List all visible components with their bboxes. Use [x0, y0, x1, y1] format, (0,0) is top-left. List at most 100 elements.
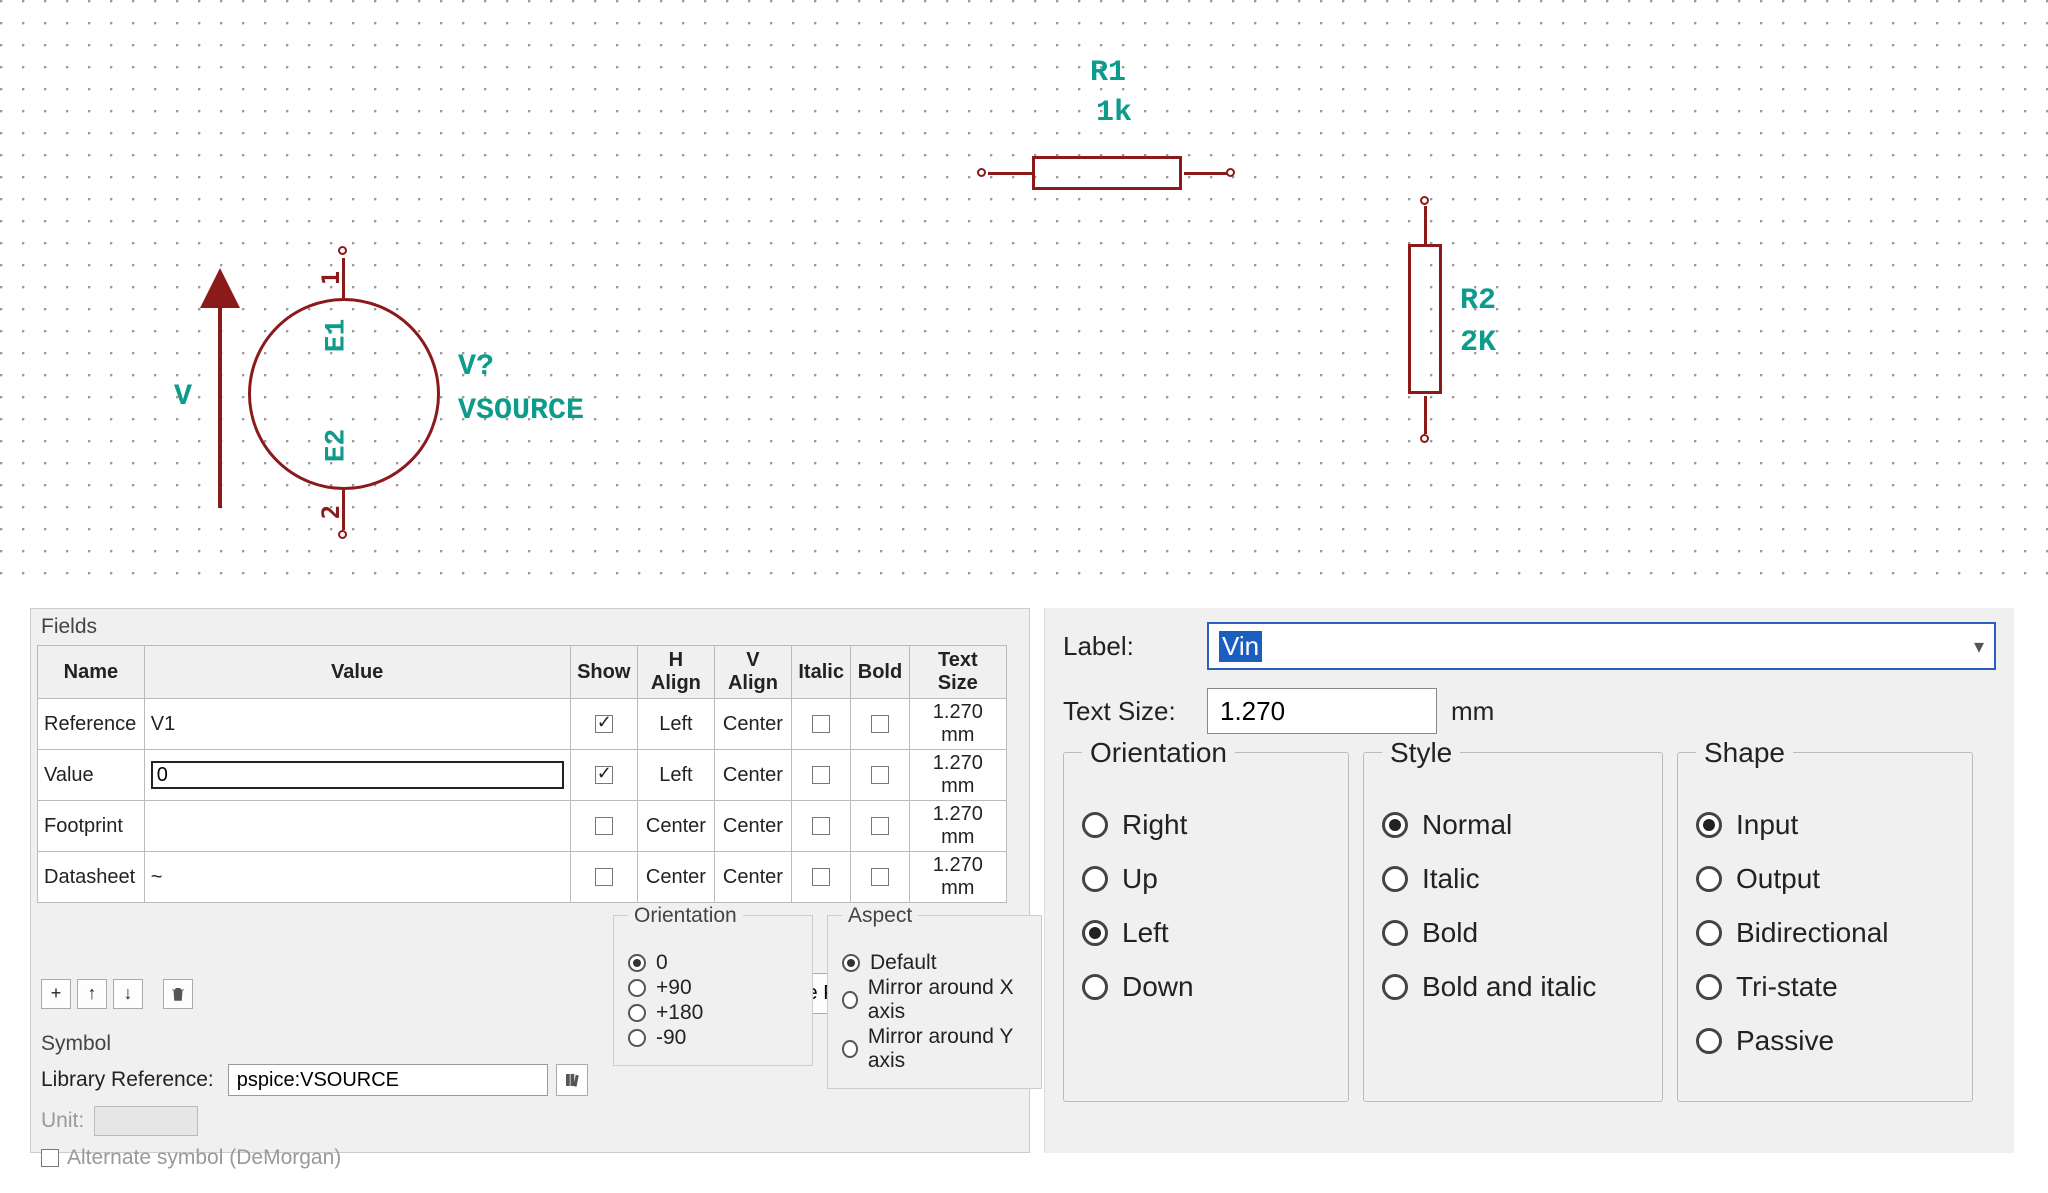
radio-option[interactable]: +180 [628, 1001, 798, 1025]
cell-halign[interactable]: Left [637, 750, 714, 801]
show-checkbox[interactable] [595, 817, 613, 835]
show-checkbox[interactable] [595, 868, 613, 886]
r1-lead-right [1184, 172, 1228, 175]
cell-halign[interactable]: Left [637, 699, 714, 750]
radio-label: Up [1122, 863, 1158, 895]
cell-valign[interactable]: Center [714, 699, 791, 750]
radio-option[interactable]: Default [842, 951, 1027, 975]
table-row[interactable]: Datasheet ~ Center Center 1.270 mm [38, 852, 1007, 903]
col-tsize: Text Size [909, 646, 1006, 699]
cell-tsize[interactable]: 1.270 mm [909, 750, 1006, 801]
table-row[interactable]: Value Left Center 1.270 mm [38, 750, 1007, 801]
cell-halign[interactable]: Center [637, 801, 714, 852]
cell-valign[interactable]: Center [714, 750, 791, 801]
radio-option[interactable]: Passive [1696, 1025, 1954, 1057]
radio-option[interactable]: Italic [1382, 863, 1644, 895]
italic-checkbox[interactable] [812, 817, 830, 835]
radio-label: Italic [1422, 863, 1480, 895]
vsrc-pin-top[interactable] [338, 246, 347, 255]
table-row[interactable]: Footprint Center Center 1.270 mm [38, 801, 1007, 852]
r2-lead-bot [1424, 396, 1427, 434]
cell-valign[interactable]: Center [714, 852, 791, 903]
text-size-input[interactable] [1207, 688, 1437, 734]
add-field-button[interactable]: + [41, 979, 71, 1009]
cell-value[interactable] [144, 801, 570, 852]
radio-icon [1082, 812, 1108, 838]
radio-icon [1696, 866, 1722, 892]
cell-value[interactable] [144, 750, 570, 801]
schematic-canvas[interactable]: R1 1k R2 2K 1 2 E1 E2 V? VSOURCE V [0, 0, 2048, 590]
r2-body[interactable] [1408, 244, 1442, 394]
r2-pin-top[interactable] [1420, 196, 1429, 205]
r2-pin-bottom[interactable] [1420, 434, 1429, 443]
radio-option[interactable]: 0 [628, 951, 798, 975]
cell-name[interactable]: Reference [38, 699, 145, 750]
move-up-button[interactable]: ↑ [77, 979, 107, 1009]
radio-option[interactable]: Right [1082, 809, 1330, 841]
demorgan-checkbox[interactable] [41, 1149, 59, 1167]
radio-option[interactable]: Bidirectional [1696, 917, 1954, 949]
radio-option[interactable]: +90 [628, 976, 798, 1000]
radio-option[interactable]: Down [1082, 971, 1330, 1003]
show-checkbox[interactable] [595, 715, 613, 733]
radio-option[interactable]: Left [1082, 917, 1330, 949]
delete-field-button[interactable] [163, 979, 193, 1009]
radio-option[interactable]: Up [1082, 863, 1330, 895]
radio-option[interactable]: Input [1696, 809, 1954, 841]
radio-icon [628, 1029, 646, 1047]
cell-value[interactable]: ~ [144, 852, 570, 903]
col-valign: V Align [714, 646, 791, 699]
italic-checkbox[interactable] [812, 715, 830, 733]
library-browse-button[interactable] [556, 1064, 588, 1096]
move-down-button[interactable]: ↓ [113, 979, 143, 1009]
bold-checkbox[interactable] [871, 766, 889, 784]
cell-tsize[interactable]: 1.270 mm [909, 852, 1006, 903]
show-checkbox[interactable] [595, 766, 613, 784]
aspect-title: Aspect [842, 904, 918, 928]
value-edit-input[interactable] [151, 761, 564, 789]
radio-icon [842, 991, 858, 1009]
label-combobox[interactable]: Vin ▾ [1207, 622, 1996, 670]
vsrc-e2: E2 [321, 429, 352, 463]
table-row[interactable]: Reference V1 Left Center 1.270 mm [38, 699, 1007, 750]
cell-value[interactable]: V1 [144, 699, 570, 750]
r1-body[interactable] [1032, 156, 1182, 190]
vsrc-pin-bot[interactable] [338, 530, 347, 539]
radio-option[interactable]: Mirror around Y axis [842, 1025, 1027, 1073]
unit-select[interactable] [94, 1106, 198, 1136]
cell-valign[interactable]: Center [714, 801, 791, 852]
cell-name[interactable]: Datasheet [38, 852, 145, 903]
radio-label: Mirror around X axis [868, 976, 1027, 1024]
label-orientation-title: Orientation [1082, 737, 1235, 769]
radio-label: Bidirectional [1736, 917, 1889, 949]
radio-label: Bold [1422, 917, 1478, 949]
r1-pin-right[interactable] [1226, 168, 1235, 177]
cell-halign[interactable]: Center [637, 852, 714, 903]
col-show: Show [570, 646, 637, 699]
radio-option[interactable]: Output [1696, 863, 1954, 895]
radio-option[interactable]: Normal [1382, 809, 1644, 841]
r1-pin-left[interactable] [977, 168, 986, 177]
italic-checkbox[interactable] [812, 868, 830, 886]
bold-checkbox[interactable] [871, 868, 889, 886]
radio-option[interactable]: Bold and italic [1382, 971, 1644, 1003]
cell-tsize[interactable]: 1.270 mm [909, 801, 1006, 852]
aspect-group: Aspect DefaultMirror around X axisMirror… [827, 915, 1042, 1089]
italic-checkbox[interactable] [812, 766, 830, 784]
radio-icon [1082, 920, 1108, 946]
cell-name[interactable]: Value [38, 750, 145, 801]
bold-checkbox[interactable] [871, 817, 889, 835]
radio-option[interactable]: Mirror around X axis [842, 976, 1027, 1024]
bold-checkbox[interactable] [871, 715, 889, 733]
radio-option[interactable]: Bold [1382, 917, 1644, 949]
library-reference-input[interactable] [228, 1064, 548, 1096]
col-value: Value [144, 646, 570, 699]
symbol-properties-panel: Fields Name Value Show H Align V Align I… [30, 608, 1030, 1153]
chevron-down-icon: ▾ [1974, 634, 1984, 659]
radio-label: Output [1736, 863, 1820, 895]
cell-tsize[interactable]: 1.270 mm [909, 699, 1006, 750]
radio-option[interactable]: Tri-state [1696, 971, 1954, 1003]
cell-name[interactable]: Footprint [38, 801, 145, 852]
radio-icon [628, 954, 646, 972]
radio-option[interactable]: -90 [628, 1026, 798, 1050]
